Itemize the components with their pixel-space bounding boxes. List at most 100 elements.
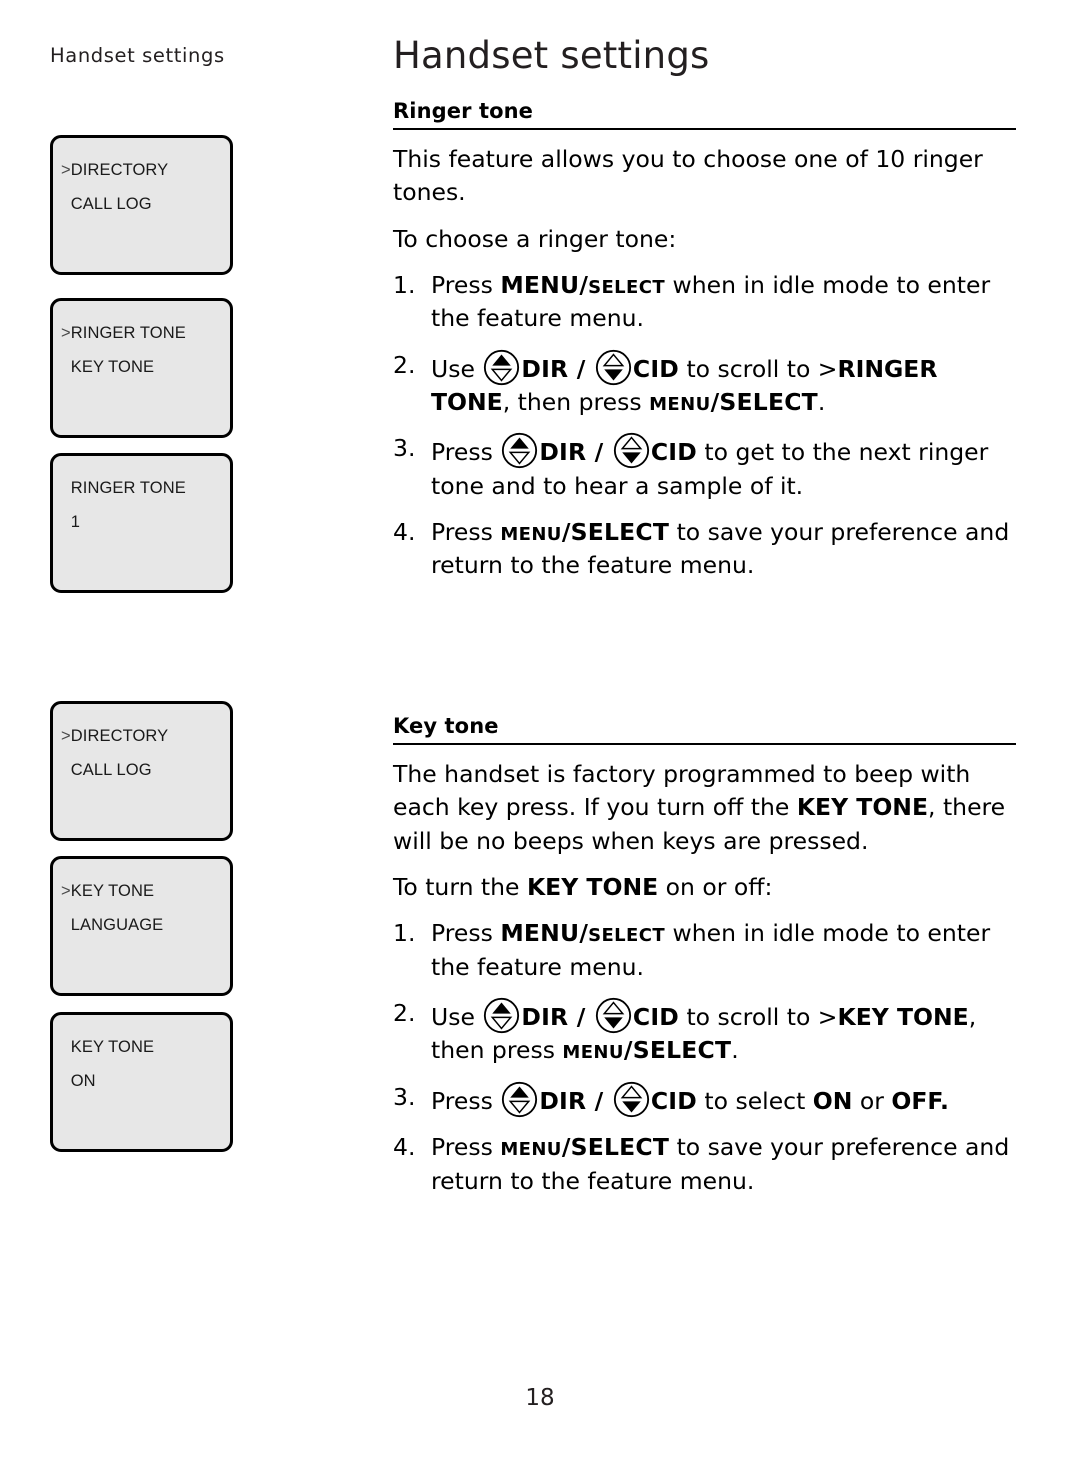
lcd-line-2-text: CALL LOG bbox=[70, 194, 152, 213]
step-number: 1. bbox=[393, 919, 416, 948]
main-content-column: Handset settings Ringer tone This featur… bbox=[393, 0, 1016, 1211]
step-text-mid: to scroll to > bbox=[678, 354, 838, 383]
key-tone-bold-label: KEY TONE bbox=[526, 873, 659, 901]
select-key-label: SELECT bbox=[588, 276, 666, 298]
section-heading-ringer-tone: Ringer tone bbox=[393, 98, 534, 123]
menu-key-label: MENU bbox=[500, 270, 580, 299]
lcd-line-2: >CALL LOG bbox=[61, 760, 230, 779]
lcd-selection-arrow: > bbox=[61, 324, 71, 342]
lcd-line-2-text: KEY TONE bbox=[70, 357, 155, 376]
cid-key-label: CID bbox=[650, 1086, 697, 1115]
step-text-pre: Use bbox=[431, 1003, 483, 1032]
step-text-mid: to scroll to > bbox=[678, 1003, 838, 1032]
step-item: 2. Use DIR / CID to scroll to >RINGER TON… bbox=[393, 349, 1016, 420]
nav-down-key-icon bbox=[613, 432, 650, 469]
menu-key-label: MENU bbox=[500, 919, 580, 948]
step-number: 3. bbox=[393, 434, 416, 463]
heading-rule bbox=[393, 742, 1016, 745]
select-key-label: SELECT bbox=[588, 925, 666, 947]
menu-key-label: MENU bbox=[562, 1042, 624, 1064]
nav-down-key-icon bbox=[613, 1081, 650, 1118]
step-text-pre: Use bbox=[431, 354, 483, 383]
dir-key-label: DIR bbox=[539, 438, 587, 467]
lcd-line-1-text: KEY TONE bbox=[70, 882, 155, 900]
lcd-line-1: >KEY TONE bbox=[61, 1039, 230, 1056]
ringer-tone-steps: 1. Press MENU/SELECT when in idle mode to… bbox=[393, 269, 1016, 583]
lcd-screen-key-tone-value: >KEY TONE >ON bbox=[50, 1012, 233, 1152]
key-separator: / bbox=[579, 919, 589, 948]
lcd-screen-menu-key-tone: >KEY TONE >LANGUAGE bbox=[50, 856, 233, 996]
step-number: 2. bbox=[393, 999, 416, 1028]
step-number: 4. bbox=[393, 1133, 416, 1162]
step-text-pre: Press bbox=[431, 518, 501, 547]
step-item: 2. Use DIR / CID to scroll to >KEY TONE, … bbox=[393, 997, 1016, 1068]
step-item: 4. Press MENU/SELECT to save your prefere… bbox=[393, 516, 1016, 583]
lcd-line-2-text: LANGUAGE bbox=[70, 915, 164, 934]
heading-rule bbox=[393, 127, 1016, 130]
step-item: 1. Press MENU/SELECT when in idle mode to… bbox=[393, 269, 1016, 336]
nav-down-key-icon bbox=[595, 997, 632, 1034]
key-tone-paragraph-2-b: on or off: bbox=[658, 873, 773, 901]
menu-key-label: MENU bbox=[500, 1139, 562, 1161]
ringer-tone-paragraph-2: To choose a ringer tone: bbox=[393, 224, 677, 253]
lcd-screen-menu-directory-1: >DIRECTORY >CALL LOG bbox=[50, 135, 233, 275]
lcd-line-1-text: DIRECTORY bbox=[70, 161, 169, 179]
step-item: 1. Press MENU/SELECT when in idle mode to… bbox=[393, 917, 1016, 984]
cid-key-label: CID bbox=[632, 354, 679, 383]
step-text-pre: Press bbox=[431, 270, 501, 299]
lcd-selection-arrow: > bbox=[61, 161, 71, 179]
section-heading-key-tone: Key tone bbox=[393, 713, 499, 738]
off-option-label: OFF bbox=[891, 1086, 941, 1115]
step-item: 4. Press MENU/SELECT to save your prefere… bbox=[393, 1131, 1016, 1198]
select-key-label: SELECT bbox=[570, 518, 670, 547]
step-item: 3. Press DIR / CID to select ON or OFF. bbox=[393, 1081, 1016, 1118]
key-separator: / bbox=[568, 1003, 594, 1032]
lcd-line-2: >1 bbox=[61, 513, 230, 531]
dir-key-label: DIR bbox=[539, 1086, 587, 1115]
step-text-pre: Press bbox=[431, 438, 501, 467]
key-separator: / bbox=[568, 354, 594, 383]
lcd-line-1-text: RINGER TONE bbox=[70, 479, 186, 497]
step-text-end: . bbox=[731, 1036, 739, 1065]
nav-up-key-icon bbox=[501, 1081, 538, 1118]
step-text-end: . bbox=[940, 1086, 949, 1115]
lcd-selection-arrow: > bbox=[61, 882, 71, 900]
cid-key-label: CID bbox=[632, 1003, 679, 1032]
step-text-pre: Press bbox=[431, 1086, 501, 1115]
lcd-selection-arrow: > bbox=[61, 727, 71, 745]
key-tone-paragraph-2-a: To turn the bbox=[393, 873, 527, 901]
step-number: 3. bbox=[393, 1082, 416, 1111]
lcd-line-2-text: ON bbox=[70, 1071, 96, 1090]
dir-key-label: DIR bbox=[521, 1003, 569, 1032]
lcd-line-2-text: CALL LOG bbox=[70, 760, 152, 779]
lcd-line-2: >LANGUAGE bbox=[61, 915, 230, 934]
lcd-line-1: >RINGER TONE bbox=[61, 325, 230, 342]
menu-key-label: MENU bbox=[500, 524, 562, 546]
or-text: or bbox=[852, 1086, 892, 1115]
lcd-line-1: >RINGER TONE bbox=[61, 480, 230, 497]
step-number: 4. bbox=[393, 518, 416, 547]
key-tone-paragraph-2: To turn the KEY TONE on or off: bbox=[393, 871, 1016, 904]
lcd-line-1: >DIRECTORY bbox=[61, 162, 230, 179]
lcd-screen-menu-ringer-tone: >RINGER TONE >KEY TONE bbox=[50, 298, 233, 438]
key-separator: / bbox=[586, 438, 612, 467]
key-tone-steps: 1. Press MENU/SELECT when in idle mode to… bbox=[393, 917, 1016, 1198]
step-text-pre: Press bbox=[431, 1133, 501, 1162]
key-separator: / bbox=[579, 270, 589, 299]
nav-up-key-icon bbox=[501, 432, 538, 469]
lcd-line-2: >CALL LOG bbox=[61, 194, 230, 213]
section-ringer-tone: Ringer tone This feature allows you to c… bbox=[393, 99, 1016, 583]
lcd-line-2: >KEY TONE bbox=[61, 357, 230, 376]
key-tone-paragraph-1: The handset is factory programmed to bee… bbox=[393, 758, 1016, 858]
lcd-line-2: >ON bbox=[61, 1071, 230, 1090]
select-key-label: SELECT bbox=[570, 1133, 670, 1162]
select-key-label: SELECT bbox=[719, 387, 818, 416]
lcd-line-1: >DIRECTORY bbox=[61, 728, 230, 745]
nav-up-key-icon bbox=[483, 997, 520, 1034]
nav-up-key-icon bbox=[483, 349, 520, 386]
step-number: 2. bbox=[393, 350, 416, 379]
step-text-pre: Press bbox=[431, 919, 501, 948]
key-separator: / bbox=[561, 1133, 571, 1162]
menu-target-label: KEY TONE bbox=[837, 1003, 969, 1032]
